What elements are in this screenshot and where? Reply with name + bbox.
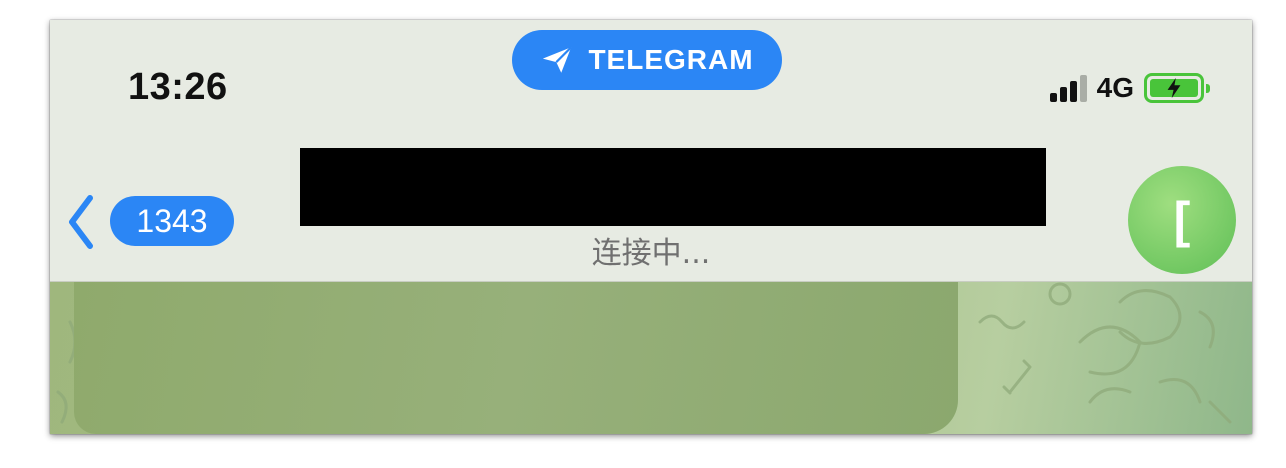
connection-status: 连接中... (591, 236, 711, 271)
return-to-telegram-pill[interactable]: TELEGRAM (512, 30, 782, 90)
app-pill-label: TELEGRAM (588, 44, 754, 75)
charging-bolt-icon (1167, 77, 1181, 99)
status-time: 13:26 (128, 66, 228, 108)
telegram-screen: 13:26 TELEGRAM 4G 1343 连接中... [ (50, 20, 1252, 434)
message-bubble[interactable] (74, 282, 958, 434)
status-indicators: 4G (1049, 72, 1210, 104)
chat-background (50, 282, 1252, 434)
battery-icon (1144, 73, 1210, 103)
chat-avatar[interactable]: [ (1128, 166, 1236, 274)
paper-plane-icon (543, 46, 573, 73)
signal-strength-icon (1049, 74, 1087, 102)
chat-title-redacted[interactable] (300, 148, 1046, 226)
network-type: 4G (1096, 72, 1134, 103)
